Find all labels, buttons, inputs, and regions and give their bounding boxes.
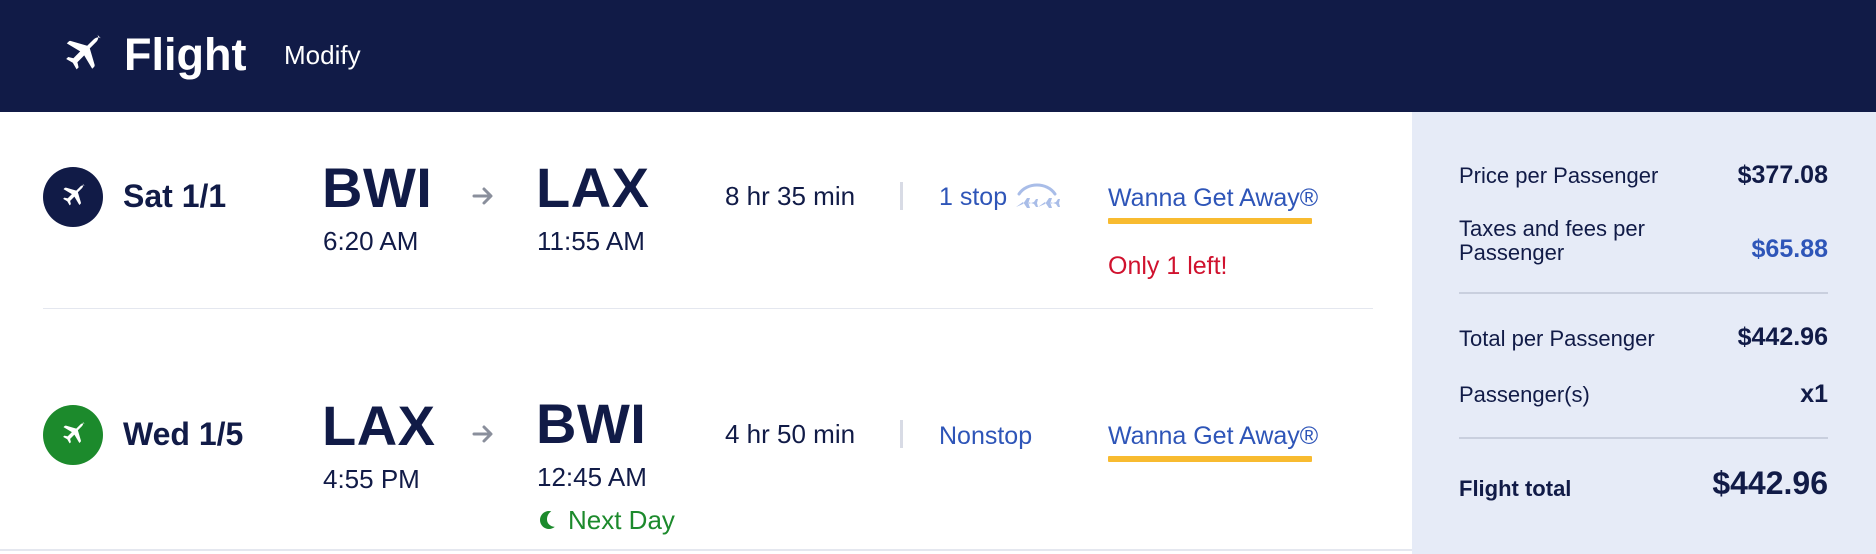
- origin-airport: LAX: [322, 394, 436, 457]
- arrow-right-icon: [472, 187, 493, 205]
- flight-total-label: Flight total: [1459, 476, 1572, 501]
- panel-bottom-border: [0, 549, 1412, 551]
- flight-date: Wed 1/5: [123, 416, 244, 452]
- passengers-label: Passenger(s): [1459, 382, 1590, 407]
- separator: [900, 182, 903, 210]
- outbound-plane-badge-icon: [43, 167, 103, 227]
- modify-link[interactable]: Modify: [284, 40, 361, 70]
- return-plane-badge-icon: [43, 405, 103, 465]
- stops-link[interactable]: 1 stop: [939, 182, 1007, 212]
- flight-duration: 4 hr 50 min: [725, 419, 856, 449]
- fare-class-link[interactable]: Wanna Get Away®: [1108, 183, 1318, 213]
- arrow-right-icon: [472, 425, 493, 443]
- page-header: Flight Modify: [0, 0, 1876, 112]
- next-day-label: Next Day: [568, 505, 675, 535]
- fare-class-link[interactable]: Wanna Get Away®: [1108, 421, 1318, 451]
- summary-divider: [1459, 292, 1828, 294]
- flight-date: Sat 1/1: [123, 178, 227, 214]
- origin-airport: BWI: [322, 156, 433, 219]
- moon-icon: [540, 511, 555, 529]
- taxes-value: $65.88: [1751, 235, 1828, 263]
- flight-duration: 8 hr 35 min: [725, 181, 856, 211]
- row-divider: [43, 308, 1373, 309]
- seats-left-alert: Only 1 left!: [1108, 252, 1228, 280]
- passengers-value: x1: [1800, 380, 1828, 408]
- fare-class-underline: [1108, 456, 1312, 462]
- taxes-label: Taxes and fees per Passenger: [1459, 216, 1645, 265]
- price-per-passenger-value: $377.08: [1737, 161, 1828, 189]
- destination-airport: BWI: [536, 392, 647, 455]
- summary-divider: [1459, 437, 1828, 439]
- stops-link[interactable]: Nonstop: [939, 421, 1032, 451]
- arrive-time: 11:55 AM: [537, 226, 645, 256]
- fare-class-underline: [1108, 218, 1312, 224]
- arrive-time: 12:45 AM: [537, 462, 647, 492]
- total-per-passenger-label: Total per Passenger: [1459, 326, 1655, 351]
- total-per-passenger-value: $442.96: [1737, 323, 1828, 351]
- depart-time: 6:20 AM: [323, 226, 419, 256]
- connecting-planes-icon: [1016, 183, 1060, 208]
- next-day-note: Next Day: [538, 505, 675, 535]
- destination-airport: LAX: [536, 156, 650, 219]
- depart-time: 4:55 PM: [323, 464, 420, 494]
- flight-total-value: $442.96: [1712, 465, 1828, 501]
- plane-icon: [66, 34, 101, 70]
- separator: [900, 420, 903, 448]
- page-title: Flight: [124, 29, 247, 80]
- price-per-passenger-label: Price per Passenger: [1459, 163, 1659, 188]
